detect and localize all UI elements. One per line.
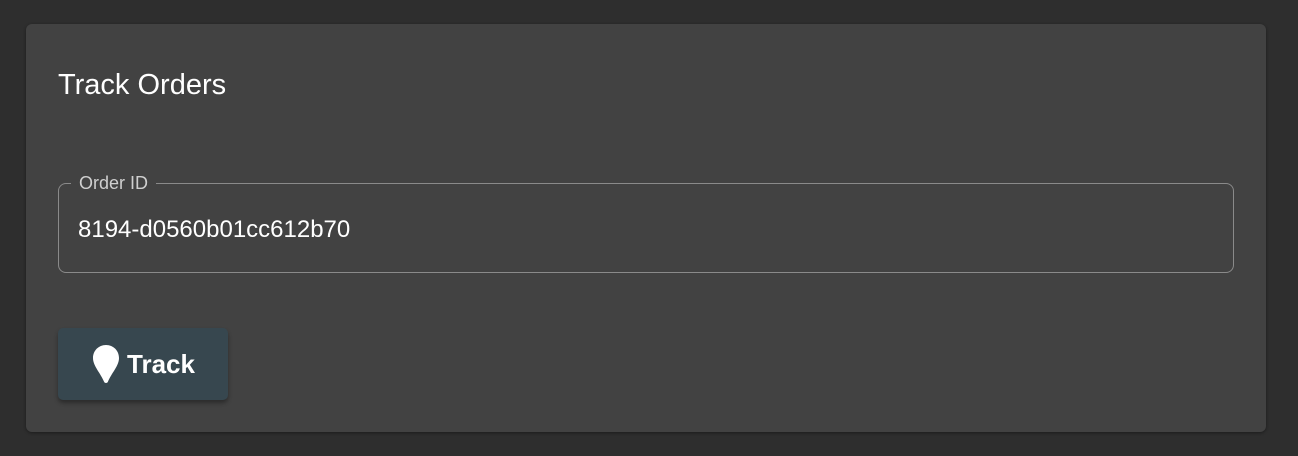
card-title: Track Orders (58, 69, 227, 101)
order-id-label: Order ID (79, 173, 149, 193)
track-button[interactable]: Track (58, 328, 228, 400)
track-orders-card: Track Orders Order ID Track (26, 24, 1266, 432)
track-button-label: Track (127, 348, 195, 379)
location-pin-icon (91, 344, 121, 384)
order-id-field[interactable]: Order ID (58, 173, 1234, 273)
order-id-input[interactable] (78, 213, 1198, 247)
